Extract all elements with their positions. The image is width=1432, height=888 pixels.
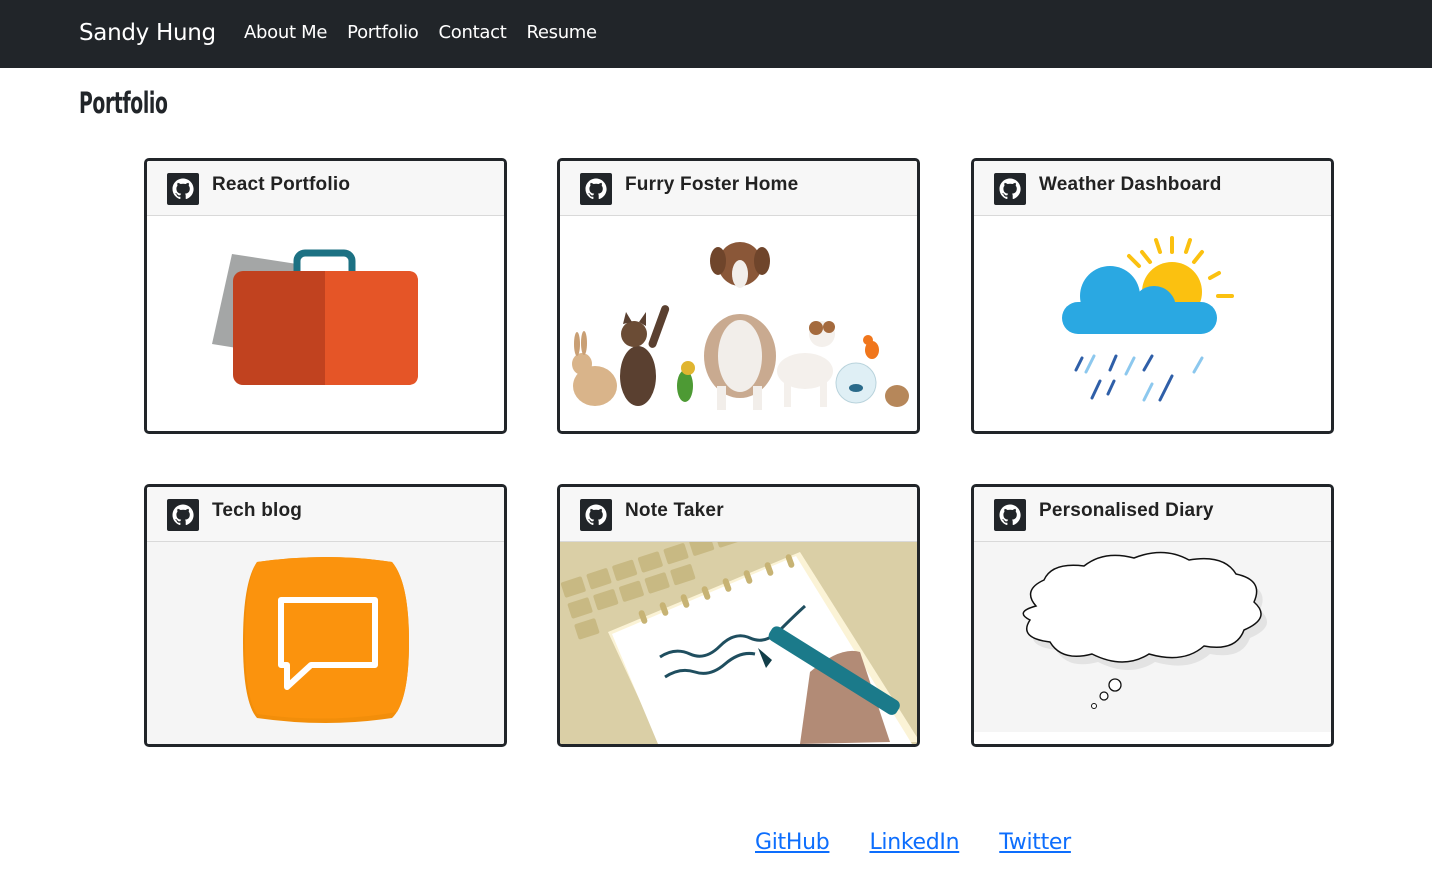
briefcase-image[interactable] [147,216,504,431]
github-icon[interactable] [167,173,199,205]
card-title: Personalised Diary [1039,500,1214,521]
project-card-tech-blog: Tech blog [144,484,507,747]
project-card-furry-foster-home: Furry Foster Home [557,158,920,434]
card-title: Furry Foster Home [625,174,799,195]
card-title: Tech blog [212,500,303,521]
project-card-personalised-diary: Personalised Diary [971,484,1334,747]
github-icon[interactable] [994,499,1026,531]
weather-image[interactable] [974,216,1331,431]
github-icon[interactable] [580,173,612,205]
notepad-image[interactable] [560,542,917,744]
card-header: React Portfolio [147,161,504,216]
nav-links: About Me Portfolio Contact Resume [244,22,617,43]
card-title: Note Taker [625,500,724,521]
project-card-react-portfolio: React Portfolio [144,158,507,434]
card-header: Personalised Diary [974,487,1331,542]
project-card-weather-dashboard: Weather Dashboard [971,158,1334,434]
pets-image[interactable] [560,216,917,431]
github-icon[interactable] [167,499,199,531]
footer-link-linkedin[interactable]: LinkedIn [869,830,959,855]
nav-link-about-me[interactable]: About Me [244,22,327,43]
card-header: Furry Foster Home [560,161,917,216]
card-header: Tech blog [147,487,504,542]
nav-link-resume[interactable]: Resume [526,22,597,43]
card-header: Weather Dashboard [974,161,1331,216]
footer: GitHub LinkedIn Twitter [755,830,1111,855]
card-title: React Portfolio [212,174,351,195]
github-icon[interactable] [580,499,612,531]
footer-link-github[interactable]: GitHub [755,830,830,855]
footer-link-twitter[interactable]: Twitter [999,830,1071,855]
card-title: Weather Dashboard [1039,174,1222,195]
card-header: Note Taker [560,487,917,542]
chat-bubble-image[interactable] [147,542,504,744]
thought-cloud-image[interactable] [974,542,1331,744]
brand-link[interactable]: Sandy Hung [79,20,216,46]
nav-link-portfolio[interactable]: Portfolio [347,22,419,43]
page-title: Portfolio [79,86,168,120]
navbar: Sandy Hung About Me Portfolio Contact Re… [0,0,1432,68]
project-card-note-taker: Note Taker [557,484,920,747]
github-icon[interactable] [994,173,1026,205]
nav-link-contact[interactable]: Contact [439,22,507,43]
